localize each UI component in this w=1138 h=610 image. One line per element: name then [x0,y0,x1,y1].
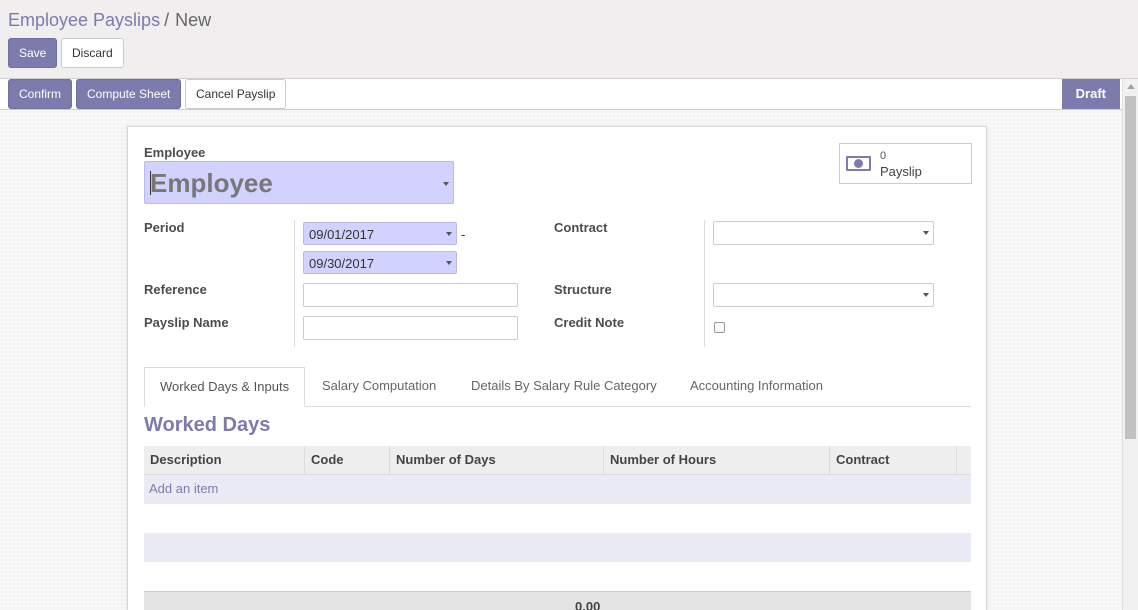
contract-select[interactable] [713,221,934,245]
chevron-down-icon[interactable] [446,232,452,236]
credit-note-checkbox[interactable] [714,322,725,333]
reference-input[interactable] [303,283,518,307]
credit-note-label: Credit Note [554,315,625,330]
scroll-up-arrow-icon[interactable] [1127,84,1135,89]
payslip-smart-button[interactable]: 0 Payslip [839,143,972,184]
reference-label: Reference [144,282,207,297]
table-footer: 0.00 [144,591,971,610]
status-bar: Confirm Compute Sheet Cancel Payslip Dra… [0,79,1122,110]
payslip-count: 0 [880,150,887,162]
vertical-scrollbar[interactable] [1122,79,1138,610]
structure-label: Structure [554,282,612,297]
date-to-value: 09/30/2017 [309,256,375,271]
group-divider-left [294,220,295,347]
column-header-code[interactable]: Code [305,446,390,475]
structure-select[interactable] [713,283,934,307]
table-row [144,562,971,591]
chevron-down-icon[interactable] [446,261,452,265]
notebook-tabs: Worked Days & Inputs Salary Computation … [144,367,971,407]
table-header: Description Code Number of Days Number o… [144,446,971,475]
add-item-link[interactable]: Add an item [149,481,218,496]
cancel-payslip-button[interactable]: Cancel Payslip [185,79,287,109]
column-header-number-of-days[interactable]: Number of Days [390,446,604,475]
payslip-name-input[interactable] [303,316,518,340]
payslip-name-label: Payslip Name [144,315,229,330]
employee-label: Employee [144,145,206,160]
money-icon [846,156,871,171]
table-row [144,533,971,562]
column-header-description[interactable]: Description [144,446,305,475]
column-header-number-of-hours[interactable]: Number of Hours [604,446,830,475]
chevron-down-icon[interactable] [923,231,929,235]
status-draft[interactable]: Draft [1061,79,1120,109]
tab-accounting-information[interactable]: Accounting Information [690,367,823,407]
compute-sheet-button[interactable]: Compute Sheet [76,79,182,109]
number-of-days-total: 0.00 [575,599,601,610]
employee-select[interactable]: Employee [144,161,454,204]
tab-worked-days-inputs[interactable]: Worked Days & Inputs [144,367,306,407]
period-label: Period [144,220,185,235]
date-to-input[interactable]: 09/30/2017 [303,251,457,274]
contract-label: Contract [554,220,608,235]
employee-placeholder: Employee [150,168,273,198]
tab-salary-computation[interactable]: Salary Computation [322,367,436,407]
scrollbar-thumb[interactable] [1125,96,1136,439]
control-panel: Employee Payslips / New Save Discard [0,0,1138,79]
breadcrumb: Employee Payslips / New [8,10,211,31]
breadcrumb-current: New [175,10,212,30]
table-row-add: Add an item [144,475,971,504]
chevron-down-icon[interactable] [443,182,449,186]
tab-details-by-salary-rule-category[interactable]: Details By Salary Rule Category [471,367,657,407]
breadcrumb-separator: / [164,10,170,30]
discard-button[interactable]: Discard [61,38,124,68]
payslip-smart-label: Payslip [880,164,922,179]
column-header-contract[interactable]: Contract [830,446,957,475]
breadcrumb-parent-link[interactable]: Employee Payslips [8,10,160,30]
worked-days-title: Worked Days [144,414,271,436]
date-separator: - [461,227,466,242]
date-from-value: 09/01/2017 [309,227,375,242]
confirm-button[interactable]: Confirm [8,79,73,109]
date-from-input[interactable]: 09/01/2017 [303,222,457,245]
save-button[interactable]: Save [8,38,58,68]
chevron-down-icon[interactable] [923,293,929,297]
group-divider-right [704,220,705,347]
table-row [144,504,971,533]
form-sheet: Employee Employee 0 Payslip Period 09/01… [127,126,987,610]
